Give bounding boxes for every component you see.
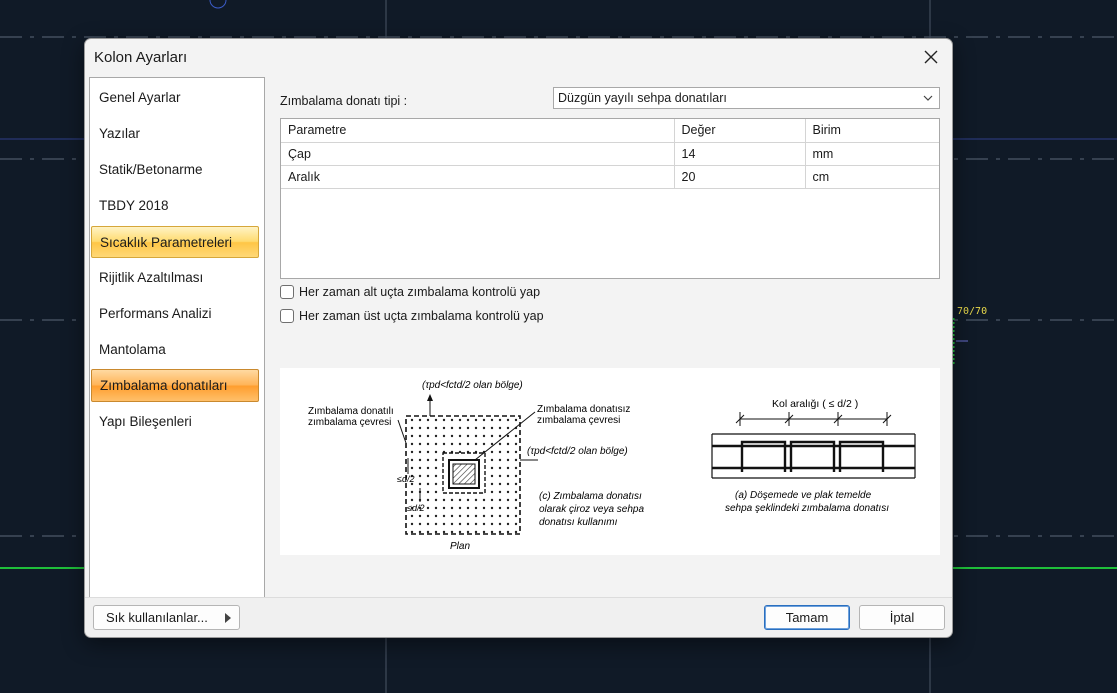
- figure-spacing-label: Kol aralığı ( ≤ d/2 ): [772, 398, 858, 410]
- column-header-parametre[interactable]: Parametre: [281, 119, 675, 143]
- checkbox-label: Her zaman alt uçta zımbalama kontrolü ya…: [299, 285, 541, 299]
- figure-plan-label: Plan: [450, 541, 470, 552]
- nav-item-genel-ayarlar[interactable]: Genel Ayarlar: [91, 82, 259, 112]
- favorites-button[interactable]: Sık kullanılanlar...: [93, 605, 240, 630]
- figure-dim-1: ≤d/2: [397, 474, 414, 484]
- checkbox[interactable]: [280, 309, 294, 323]
- favorites-label: Sık kullanılanlar...: [106, 610, 208, 625]
- settings-nav: Genel Ayarlar Yazılar Statik/Betonarme T…: [89, 77, 265, 599]
- table-row: Çap 14 mm: [281, 142, 939, 166]
- cell-value[interactable]: 14: [674, 142, 806, 166]
- reinforcement-type-value: Düzgün yayılı sehpa donatıları: [558, 91, 727, 105]
- figure-mid-label-1: Zımbalama donatısız: [537, 404, 630, 415]
- cell-parameter-name: Çap: [281, 142, 675, 166]
- settings-dialog: Kolon Ayarları Genel Ayarlar Yazılar Sta…: [84, 38, 953, 638]
- figure-caption-c-2: olarak çiroz veya sehpa: [539, 504, 644, 515]
- nav-item-zimbalama-donatilari[interactable]: Zımbalama donatıları: [91, 369, 259, 402]
- cancel-button[interactable]: İptal: [859, 605, 945, 630]
- close-button[interactable]: [916, 44, 946, 70]
- parameter-table: Parametre Değer Birim Çap 14 mm Aralık 2…: [280, 118, 940, 279]
- checkbox-label: Her zaman üst uçta zımbalama kontrolü ya…: [299, 309, 544, 323]
- nav-item-statik-betonarme[interactable]: Statik/Betonarme: [91, 154, 259, 184]
- column-header-birim[interactable]: Birim: [805, 119, 939, 143]
- figure-caption-a-2: sehpa şeklindeki zımbalama donatısı: [725, 503, 889, 514]
- figure-caption-c-3: donatısı kullanımı: [539, 517, 618, 528]
- figure-right-region: (τpd<fctd/2 olan bölge): [527, 446, 628, 457]
- nav-item-yazilar[interactable]: Yazılar: [91, 118, 259, 148]
- dialog-title: Kolon Ayarları: [94, 49, 188, 66]
- settings-panel: Zımbalama donatı tipi : Düzgün yayılı se…: [265, 77, 948, 597]
- cell-unit: cm: [805, 165, 939, 189]
- nav-item-mantolama[interactable]: Mantolama: [91, 334, 259, 364]
- bottom-punching-check[interactable]: Her zaman alt uçta zımbalama kontrolü ya…: [280, 285, 540, 299]
- top-punching-check[interactable]: Her zaman üst uçta zımbalama kontrolü ya…: [280, 309, 544, 323]
- dialog-footer: Sık kullanılanlar... Tamam İptal: [85, 597, 952, 637]
- ok-button[interactable]: Tamam: [764, 605, 850, 630]
- figure-top-region: (τpd<fctd/2 olan bölge): [422, 380, 523, 391]
- figure-mid-label-2: zımbalama çevresi: [537, 415, 620, 426]
- nav-item-yapi-bilesenleri[interactable]: Yapı Bileşenleri: [91, 406, 259, 436]
- nav-item-sicaklik-parametreleri[interactable]: Sıcaklık Parametreleri: [91, 226, 259, 258]
- figure-caption-a-1: (a) Döşemede ve plak temelde: [735, 490, 872, 501]
- cell-value[interactable]: 20: [674, 165, 806, 189]
- figure-left-label-1: Zımbalama donatılı: [308, 406, 394, 417]
- chevron-right-icon: [225, 613, 231, 623]
- nav-item-rijitlik-azaltilmasi[interactable]: Rijitlik Azaltılması: [91, 262, 259, 292]
- cell-parameter-name: Aralık: [281, 165, 675, 189]
- cell-unit: mm: [805, 142, 939, 166]
- close-icon: [924, 50, 938, 64]
- figure-left-label-2: zımbalama çevresi: [308, 417, 391, 428]
- nav-item-tbdy-2018[interactable]: TBDY 2018: [91, 190, 259, 220]
- figure-dim-2: ≤d/2: [407, 503, 424, 513]
- table-row: Aralık 20 cm: [281, 165, 939, 189]
- column-label: 70/70: [957, 306, 988, 317]
- column-header-deger[interactable]: Değer: [674, 119, 806, 143]
- punching-reinforcement-figure: (τpd<fctd/2 olan bölge) Zımbalama donatı…: [280, 368, 940, 555]
- reinforcement-type-label: Zımbalama donatı tipi :: [280, 94, 408, 108]
- table-header-row: Parametre Değer Birim: [281, 119, 939, 143]
- reinforcement-type-select[interactable]: Düzgün yayılı sehpa donatıları: [553, 87, 940, 109]
- chevron-down-icon: [923, 95, 933, 101]
- nav-item-performans-analizi[interactable]: Performans Analizi: [91, 298, 259, 328]
- checkbox[interactable]: [280, 285, 294, 299]
- figure-caption-c-1: (c) Zımbalama donatısı: [539, 491, 642, 502]
